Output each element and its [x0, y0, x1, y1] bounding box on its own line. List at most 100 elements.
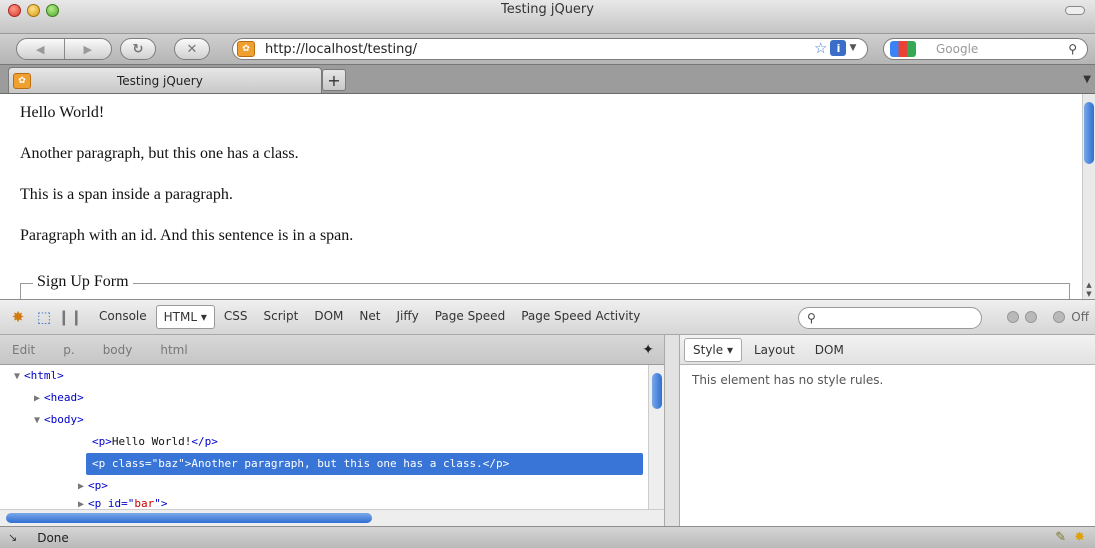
- html-tree-hscroll[interactable]: [0, 509, 664, 526]
- power-icon[interactable]: [1053, 311, 1066, 323]
- side-tab-style-label: Style: [693, 342, 724, 357]
- tag-p: <p>: [88, 479, 108, 492]
- panel-splitter[interactable]: [664, 335, 680, 526]
- search-icon[interactable]: ⚲: [1068, 42, 1077, 56]
- pause-icon[interactable]: ❙❙: [57, 307, 82, 327]
- tag-html: <html>: [24, 369, 64, 382]
- inspect-element-icon[interactable]: ⬚: [34, 307, 54, 327]
- side-tab-style[interactable]: Style ▾: [684, 337, 742, 362]
- side-tab-dom[interactable]: DOM: [807, 339, 852, 361]
- side-tab-layout[interactable]: Layout: [746, 339, 803, 361]
- status-bar: ↘ Done ✎ ✸: [0, 526, 1095, 548]
- tab-console[interactable]: Console: [92, 305, 154, 329]
- tree-node-head[interactable]: ▶ <head>: [34, 387, 84, 409]
- expand-toggle-icon[interactable]: ▶: [78, 481, 84, 492]
- history-dropdown-icon[interactable]: ▼: [849, 43, 856, 53]
- plus-icon: +: [327, 70, 341, 90]
- style-panel: This element has no style rules.: [680, 365, 1095, 526]
- no-style-message: This element has no style rules.: [692, 373, 884, 387]
- tab-testing-jquery[interactable]: ✿ Testing jQuery: [8, 67, 322, 93]
- tab-html-label: HTML: [163, 310, 198, 324]
- back-button[interactable]: ◀: [17, 39, 64, 59]
- breadcrumb-html[interactable]: html: [160, 343, 187, 357]
- firebug-bug-icon[interactable]: ✸: [8, 307, 28, 327]
- tab-script[interactable]: Script: [257, 305, 306, 329]
- page-scroll-thumb[interactable]: [1084, 102, 1094, 164]
- node-text: Another paragraph, but this one has a cl…: [191, 457, 483, 470]
- html-tree-vscroll-thumb[interactable]: [652, 373, 662, 409]
- paragraph-id: Paragraph with an id. And this sentence …: [20, 227, 354, 244]
- tag-close-bracket: ">: [178, 457, 192, 470]
- back-forward-control: ◀ ▶: [16, 38, 112, 60]
- search-bar[interactable]: Google ⚲: [883, 38, 1088, 60]
- side-panel-tabs: Style ▾ Layout DOM: [680, 335, 1095, 365]
- paragraph-hello: Hello World!: [20, 104, 105, 121]
- html-breadcrumb: Edit p. body html ✦: [0, 335, 664, 365]
- status-arrow-icon: ↘: [8, 531, 18, 544]
- toolbar-toggle-button[interactable]: [1065, 6, 1085, 15]
- tab-net[interactable]: Net: [352, 305, 387, 329]
- expand-toggle-icon[interactable]: ▼: [34, 415, 40, 426]
- tree-node-p-hello[interactable]: <p>Hello World!</p>: [92, 431, 218, 453]
- breadcrumb-p[interactable]: p.: [63, 343, 74, 357]
- tab-jiffy[interactable]: Jiffy: [389, 305, 425, 329]
- tree-node-body[interactable]: ▼ <body>: [34, 409, 84, 431]
- status-icons: ✎ ✸: [1055, 530, 1085, 545]
- tab-bar: ✿ Testing jQuery + ▼: [0, 64, 1095, 94]
- firebug-toolbar: ✸ ⬚ ❙❙ Console HTML ▾ CSS Script DOM Net…: [0, 299, 1095, 335]
- site-favicon-icon: ✿: [237, 41, 255, 57]
- firebug-status-icon[interactable]: ✸: [1074, 530, 1085, 545]
- detach-firebug-icon[interactable]: [1025, 311, 1038, 323]
- inspect-magic-icon[interactable]: ✦: [642, 342, 654, 358]
- paragraph-class: Another paragraph, but this one has a cl…: [20, 145, 299, 162]
- attr-class-value: baz: [158, 457, 179, 470]
- html-tree-vscroll[interactable]: [648, 365, 664, 509]
- firebug-search-icon: ⚲: [807, 311, 816, 325]
- page-content: Hello World! Another paragraph, but this…: [0, 94, 1082, 299]
- tag-p-open: <p>: [92, 435, 112, 448]
- address-bar[interactable]: ✿ http://localhost/testing/: [232, 38, 868, 60]
- tag-p-close: </p>: [482, 457, 510, 470]
- url-text: http://localhost/testing/: [265, 41, 418, 57]
- site-info-icon[interactable]: i: [830, 40, 847, 56]
- stop-button[interactable]: ✕: [174, 38, 210, 60]
- reload-button[interactable]: ↻: [120, 38, 156, 60]
- search-placeholder: Google: [936, 42, 979, 56]
- firebug-search-input[interactable]: ⚲: [798, 307, 982, 329]
- bookmark-star-icon[interactable]: ☆: [814, 39, 827, 57]
- tab-page-speed-activity[interactable]: Page Speed Activity: [514, 305, 647, 329]
- status-text: Done: [37, 530, 69, 545]
- reload-icon: ↻: [132, 41, 144, 57]
- tab-label: Testing jQuery: [117, 73, 203, 88]
- expand-toggle-icon[interactable]: ▶: [34, 393, 40, 404]
- tag-p-close: </p>: [191, 435, 218, 448]
- stop-icon: ✕: [186, 41, 198, 57]
- title-bar: Testing jQuery: [0, 0, 1095, 34]
- tag-p-open: <p class=": [92, 457, 159, 470]
- minimize-firebug-icon[interactable]: [1007, 311, 1020, 323]
- yslow-icon[interactable]: ✎: [1055, 530, 1066, 545]
- tag-head: <head>: [44, 391, 84, 404]
- page-scroll-arrows[interactable]: ▲ ▼: [1083, 281, 1095, 299]
- page-scrollbar[interactable]: ▲ ▼: [1082, 94, 1095, 299]
- tab-html[interactable]: HTML ▾: [155, 305, 215, 329]
- edit-button[interactable]: Edit: [12, 343, 35, 357]
- signup-fieldset: Sign Up Form: [20, 273, 1070, 299]
- new-tab-button[interactable]: +: [322, 69, 346, 91]
- breadcrumb-body[interactable]: body: [103, 343, 133, 357]
- forward-button[interactable]: ▶: [63, 39, 112, 59]
- expand-toggle-icon[interactable]: ▼: [14, 371, 20, 382]
- signup-legend: Sign Up Form: [33, 273, 133, 291]
- paragraph-span: This is a span inside a paragraph.: [20, 186, 233, 203]
- tab-list-icon[interactable]: ▼: [1083, 74, 1091, 85]
- tab-css[interactable]: CSS: [217, 305, 255, 329]
- tab-dom[interactable]: DOM: [307, 305, 350, 329]
- window-title: Testing jQuery: [501, 2, 594, 17]
- tree-node-p-selected[interactable]: <p class="baz">Another paragraph, but th…: [86, 453, 643, 475]
- tree-node-html[interactable]: ▼ <html>: [14, 365, 64, 387]
- search-engine-icon[interactable]: [890, 41, 916, 57]
- html-tree-hscroll-thumb[interactable]: [6, 513, 372, 523]
- tab-page-speed[interactable]: Page Speed: [428, 305, 512, 329]
- firebug-window-controls: Off: [1007, 310, 1089, 324]
- off-label[interactable]: Off: [1071, 310, 1089, 324]
